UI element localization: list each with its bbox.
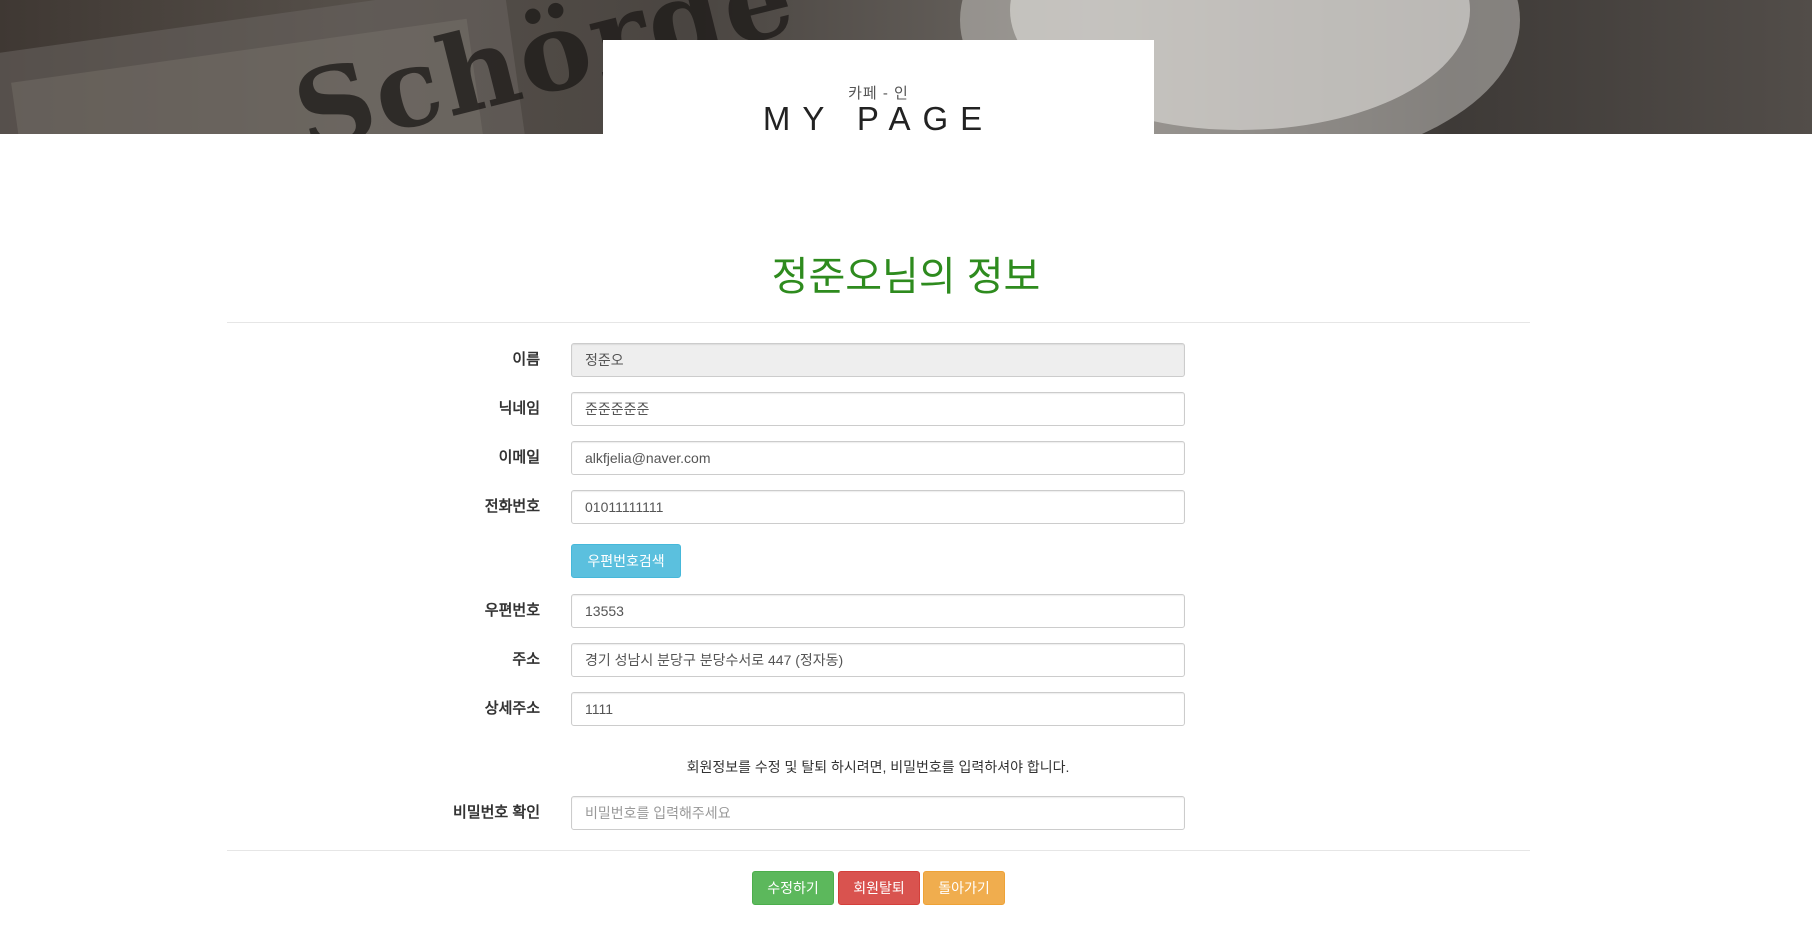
nickname-field[interactable] (571, 392, 1185, 426)
address-field[interactable] (571, 643, 1185, 677)
back-button[interactable]: 돌아가기 (923, 871, 1005, 905)
zipcode-label: 우편번호 (484, 602, 540, 619)
zipcode-search-button[interactable]: 우편번호검색 (571, 544, 681, 578)
zipcode-field[interactable] (571, 594, 1185, 628)
address-detail-field[interactable] (571, 692, 1185, 726)
phone-label: 전화번호 (484, 498, 540, 515)
email-field[interactable] (571, 441, 1185, 475)
name-field[interactable] (571, 343, 1185, 377)
password-notice: 회원정보를 수정 및 탈퇴 하시려면, 비밀번호를 입력하셔야 합니다. (686, 759, 1070, 775)
name-label: 이름 (512, 351, 540, 368)
top-divider (227, 322, 1530, 323)
brand-box: 카페 - 인 MY PAGE (603, 40, 1154, 137)
bottom-divider (227, 850, 1530, 851)
edit-button[interactable]: 수정하기 (752, 871, 834, 905)
withdraw-button[interactable]: 회원탈퇴 (838, 871, 920, 905)
nickname-label: 닉네임 (498, 400, 540, 417)
site-title: MY PAGE (762, 100, 995, 137)
password-confirm-label: 비밀번호 확인 (453, 804, 540, 821)
email-label: 이메일 (498, 449, 540, 466)
page-title: 정준오님의 정보 (771, 255, 1041, 299)
address-detail-label: 상세주소 (484, 700, 540, 717)
password-confirm-field[interactable] (571, 796, 1185, 830)
phone-field[interactable] (571, 490, 1185, 524)
address-label: 주소 (512, 651, 540, 668)
